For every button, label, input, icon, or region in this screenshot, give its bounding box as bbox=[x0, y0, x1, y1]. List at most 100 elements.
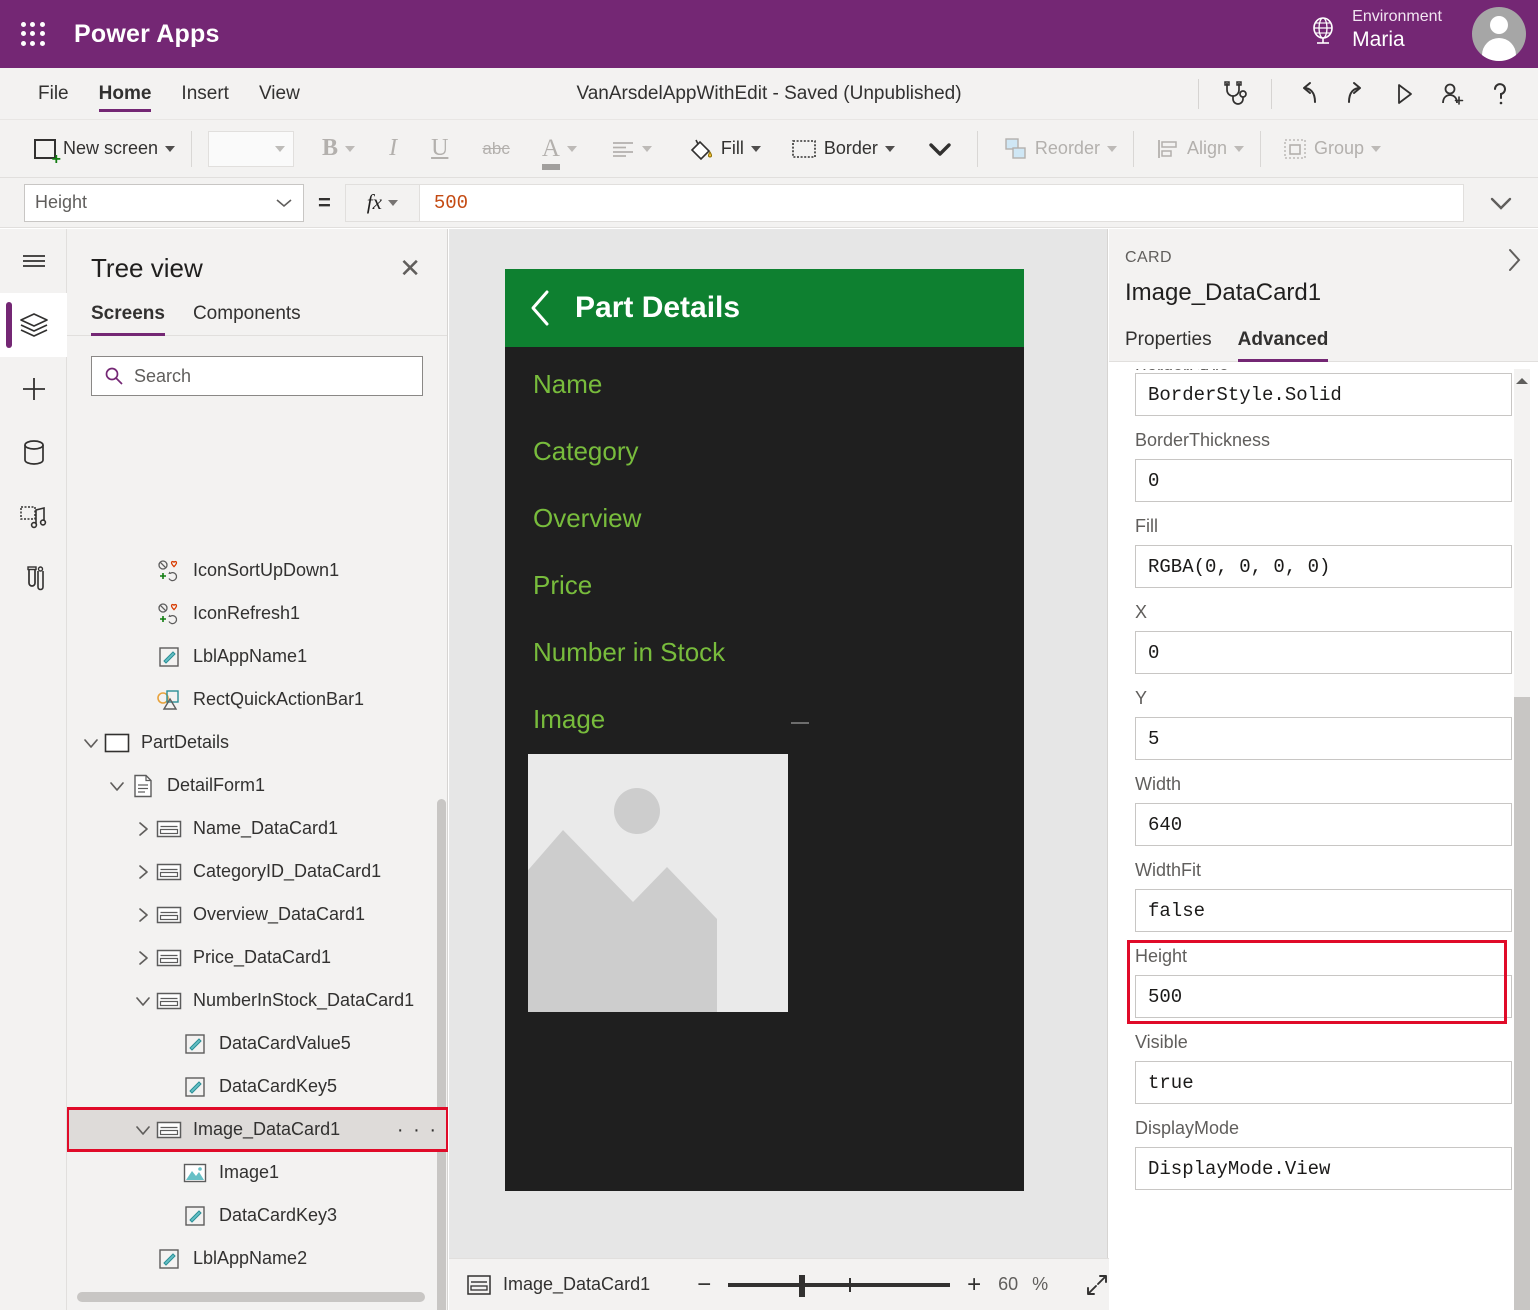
app-checker-icon[interactable] bbox=[1211, 74, 1259, 114]
tree-item[interactable]: Overview_DataCard1 bbox=[67, 893, 448, 936]
tree-item[interactable]: DataCardKey5 bbox=[67, 1065, 448, 1108]
redo-icon[interactable] bbox=[1332, 74, 1380, 114]
property-value-input[interactable]: RGBA(0, 0, 0, 0) bbox=[1135, 545, 1512, 588]
scroll-up-arrow-icon[interactable] bbox=[1514, 373, 1530, 389]
tree-item[interactable]: LblAppName2 bbox=[67, 1237, 448, 1274]
property-value-input[interactable]: 0 bbox=[1135, 631, 1512, 674]
properties-scroll-thumb[interactable] bbox=[1514, 697, 1530, 1310]
chevron-down-icon[interactable] bbox=[134, 1121, 152, 1139]
underline-button[interactable]: U bbox=[421, 128, 458, 170]
property-value-input[interactable]: 500 bbox=[1135, 975, 1512, 1018]
avatar[interactable] bbox=[1472, 7, 1526, 61]
menu-item-file[interactable]: File bbox=[38, 68, 69, 120]
properties-list[interactable]: BorderStyle.Solid BorderThickness 0 Fill RGB… bbox=[1109, 369, 1538, 1310]
strikethrough-button[interactable]: abc bbox=[472, 128, 519, 170]
app-launcher-icon[interactable] bbox=[16, 17, 50, 51]
chevron-down-icon[interactable] bbox=[82, 734, 100, 752]
zoom-slider[interactable] bbox=[728, 1274, 951, 1297]
tree-item[interactable]: DataCardValue5 bbox=[67, 1022, 448, 1065]
form-field-label[interactable]: Image bbox=[533, 704, 1024, 735]
chevron-right-icon[interactable] bbox=[1504, 245, 1524, 275]
chevron-down-icon[interactable] bbox=[108, 777, 126, 795]
tree-item-overflow-menu-icon[interactable]: · · · bbox=[397, 1120, 438, 1140]
share-icon[interactable] bbox=[1428, 74, 1476, 114]
experimental-flask-icon[interactable] bbox=[0, 549, 67, 613]
tree-item[interactable]: NumberInStock_DataCard1 bbox=[67, 979, 448, 1022]
selection-handle[interactable] bbox=[791, 722, 809, 724]
search-input[interactable]: Search bbox=[91, 356, 423, 396]
close-icon[interactable]: ✕ bbox=[393, 251, 427, 285]
reorder-button[interactable]: Reorder bbox=[994, 128, 1127, 170]
chevron-left-icon[interactable] bbox=[527, 286, 555, 330]
property-value-input[interactable]: DisplayMode.View bbox=[1135, 1147, 1512, 1190]
chevron-right-icon[interactable] bbox=[131, 906, 155, 924]
tab-components[interactable]: Components bbox=[193, 303, 301, 335]
property-value-input[interactable]: false bbox=[1135, 889, 1512, 932]
tree-vertical-scrollbar[interactable] bbox=[437, 799, 446, 1310]
border-button[interactable]: Border bbox=[781, 128, 905, 170]
app-screen-preview[interactable]: Part Details Name Category Overview Price Nu… bbox=[505, 269, 1024, 1191]
zoom-slider-thumb[interactable] bbox=[799, 1274, 806, 1297]
insert-plus-icon[interactable] bbox=[0, 357, 67, 421]
form-field-label[interactable]: Overview bbox=[533, 503, 1024, 534]
fx-button[interactable]: fx bbox=[344, 183, 419, 222]
tree-item[interactable]: LblAppName1 bbox=[67, 635, 448, 678]
chevron-down-icon[interactable] bbox=[131, 992, 155, 1010]
chevron-down-icon[interactable] bbox=[105, 777, 129, 795]
font-color-button[interactable]: A bbox=[532, 128, 587, 170]
fill-button[interactable]: Fill bbox=[678, 128, 771, 170]
more-options-button[interactable] bbox=[917, 128, 963, 170]
brand-title[interactable]: Power Apps bbox=[74, 20, 220, 49]
tree-list[interactable]: IconSortUpDown1 IconRefresh1 LblAppName1 Re… bbox=[67, 549, 448, 1274]
formula-input[interactable]: 500 bbox=[418, 183, 1464, 222]
tree-item[interactable]: CategoryID_DataCard1 bbox=[67, 850, 448, 893]
preview-play-icon[interactable] bbox=[1380, 74, 1428, 114]
fit-to-screen-icon[interactable] bbox=[1084, 1272, 1110, 1298]
image-placeholder-icon[interactable] bbox=[528, 754, 788, 1012]
menu-item-home[interactable]: Home bbox=[98, 68, 151, 120]
canvas-area[interactable]: Part Details Name Category Overview Price Nu… bbox=[449, 229, 1108, 1310]
chevron-down-icon[interactable] bbox=[134, 992, 152, 1010]
tree-item[interactable]: Name_DataCard1 bbox=[67, 807, 448, 850]
property-value-input[interactable]: 5 bbox=[1135, 717, 1512, 760]
property-value-input[interactable]: 640 bbox=[1135, 803, 1512, 846]
tree-view-layers-icon[interactable] bbox=[0, 293, 67, 357]
font-family-select[interactable] bbox=[208, 130, 295, 167]
media-icon[interactable] bbox=[0, 485, 67, 549]
chevron-down-icon[interactable] bbox=[131, 1121, 155, 1139]
formula-expand-button[interactable] bbox=[1464, 178, 1538, 228]
chevron-right-icon[interactable] bbox=[131, 863, 155, 881]
italic-button[interactable]: I bbox=[379, 128, 407, 170]
tree-item[interactable]: Image1 bbox=[67, 1151, 448, 1194]
chevron-right-icon[interactable] bbox=[134, 820, 152, 838]
undo-icon[interactable] bbox=[1284, 74, 1332, 114]
chevron-down-icon[interactable] bbox=[79, 734, 103, 752]
hamburger-menu-icon[interactable] bbox=[0, 229, 67, 293]
property-value-input[interactable]: 0 bbox=[1135, 459, 1512, 502]
chevron-right-icon[interactable] bbox=[134, 863, 152, 881]
zoom-out-button[interactable]: − bbox=[694, 1272, 714, 1297]
data-database-icon[interactable] bbox=[0, 421, 67, 485]
menu-item-insert[interactable]: Insert bbox=[181, 68, 229, 120]
property-select[interactable]: Height bbox=[24, 183, 304, 222]
new-screen-button[interactable]: New screen bbox=[24, 128, 185, 170]
tree-item[interactable]: DataCardKey3 bbox=[67, 1194, 448, 1237]
tree-item[interactable]: PartDetails bbox=[67, 721, 448, 764]
align-button[interactable] bbox=[601, 128, 662, 170]
tree-item[interactable]: Price_DataCard1 bbox=[67, 936, 448, 979]
tree-item[interactable]: RectQuickActionBar1 bbox=[67, 678, 448, 721]
align-group-button[interactable]: Align bbox=[1146, 128, 1254, 170]
chevron-right-icon[interactable] bbox=[131, 949, 155, 967]
group-button[interactable]: Group bbox=[1273, 128, 1391, 170]
property-value-input[interactable]: BorderStyle.Solid bbox=[1135, 373, 1512, 416]
tab-properties[interactable]: Properties bbox=[1125, 329, 1212, 361]
tab-screens[interactable]: Screens bbox=[91, 303, 165, 336]
menu-item-view[interactable]: View bbox=[259, 68, 300, 120]
environment-switcher[interactable]: Environment Maria bbox=[1308, 8, 1442, 53]
tree-horizontal-scrollbar[interactable] bbox=[77, 1292, 425, 1302]
form-field-label[interactable]: Price bbox=[533, 570, 1024, 601]
help-icon[interactable] bbox=[1476, 74, 1524, 114]
form-field-label[interactable]: Name bbox=[533, 369, 1024, 400]
tree-item-selected[interactable]: Image_DataCard1 · · · bbox=[67, 1107, 448, 1152]
tree-item[interactable]: DetailForm1 bbox=[67, 764, 448, 807]
